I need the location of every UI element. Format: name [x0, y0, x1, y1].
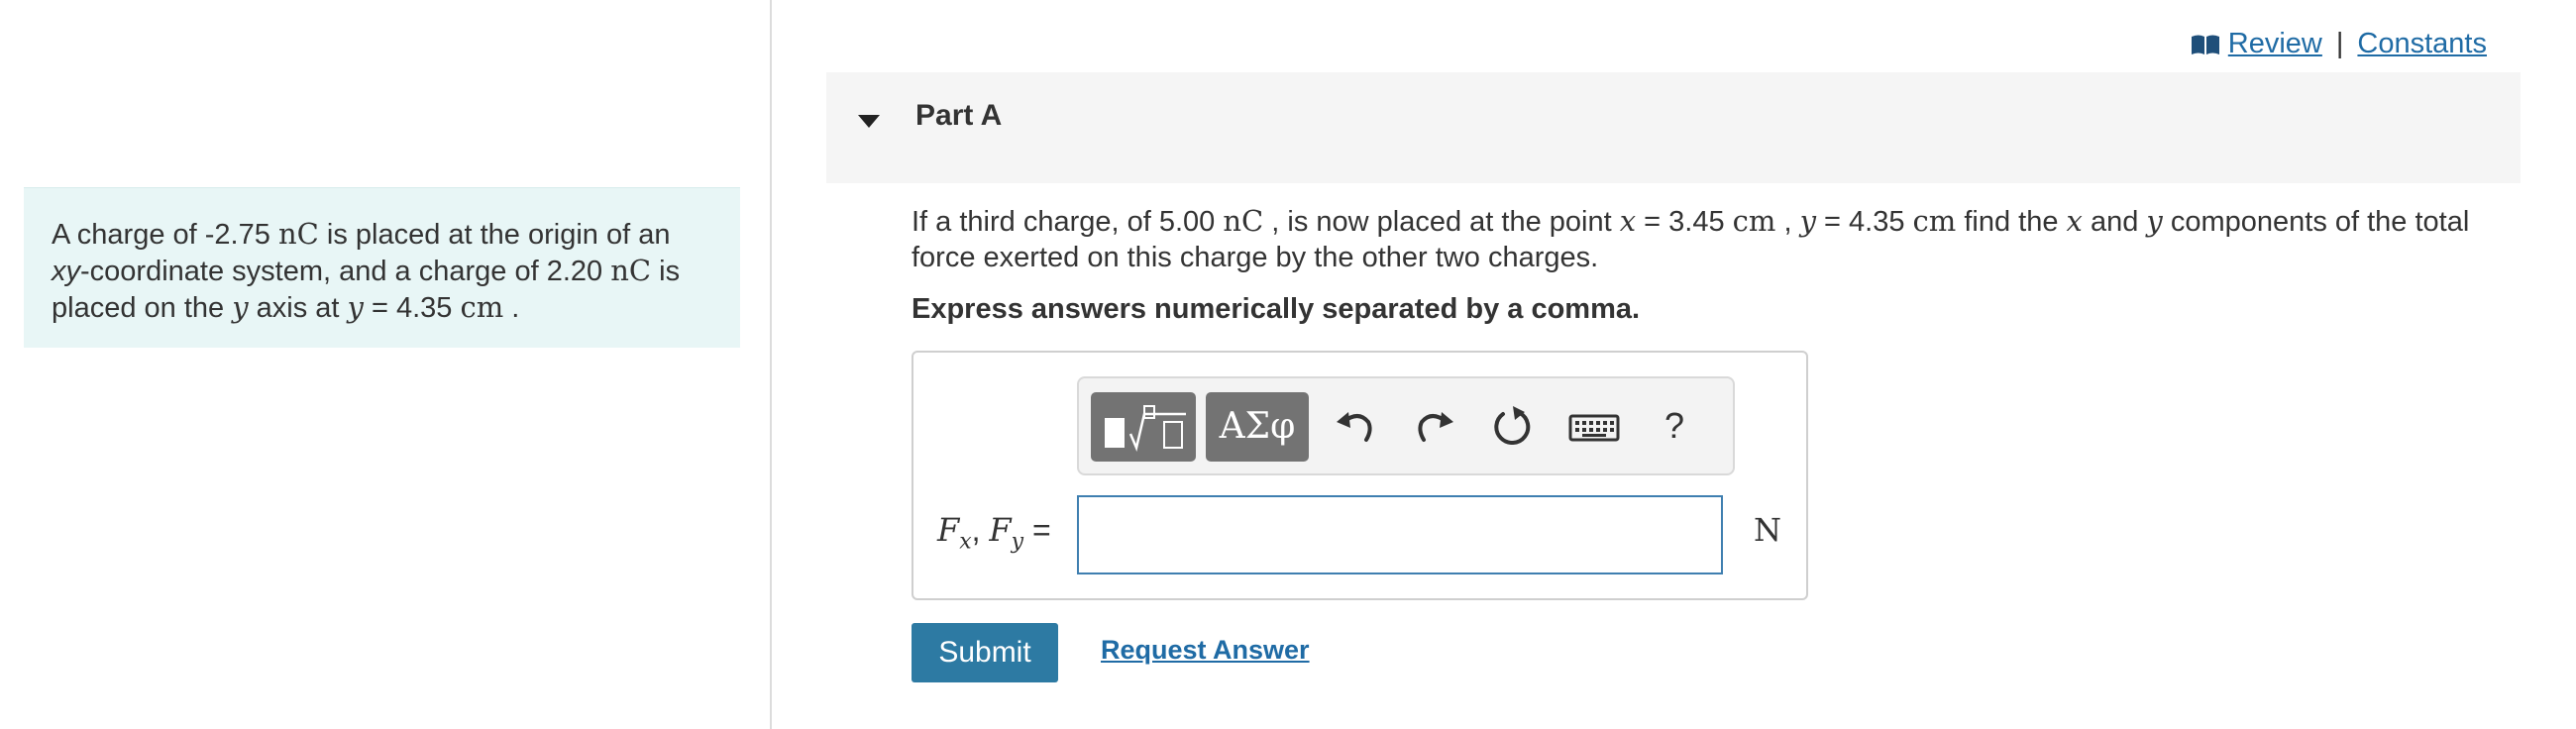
question-fragment: If a third charge, of 5.00	[912, 206, 1224, 238]
undo-icon[interactable]	[1329, 400, 1382, 454]
request-answer-link[interactable]: Request Answer	[1101, 635, 1310, 666]
left-panel: A charge of -2.75 nC is placed at the or…	[0, 0, 770, 729]
keyboard-icon[interactable]	[1564, 400, 1624, 454]
question-unit: cm	[1912, 204, 1957, 238]
label-comma: ,	[971, 512, 990, 548]
link-separator: |	[2335, 28, 2344, 59]
question-variable: x	[2066, 204, 2083, 238]
intro-unit: nC	[610, 254, 652, 287]
question-text: If a third charge, of 5.00 nC , is now p…	[912, 203, 2517, 275]
help-button[interactable]: ?	[1648, 396, 1701, 456]
label-equals: =	[1023, 512, 1051, 548]
question-fragment: = 3.45	[1636, 206, 1733, 238]
caret-down-icon[interactable]	[854, 106, 884, 136]
intro-text: -coordinate system, and a charge of 2.20	[80, 256, 611, 287]
question-fragment: ,	[1775, 206, 1800, 238]
intro-variable: y	[347, 290, 364, 324]
review-link[interactable]: Review	[2228, 28, 2322, 60]
subscript-x: x	[959, 529, 972, 555]
math-toolbar: ΑΣφ ?	[1077, 376, 1735, 475]
intro-text: axis at	[248, 292, 348, 324]
intro-text: is placed at the origin of an	[318, 219, 671, 251]
question-unit: nC	[1223, 204, 1264, 238]
intro-text: .	[503, 292, 520, 324]
intro-text: A charge of -2.75	[52, 219, 278, 251]
problem-intro: A charge of -2.75 nC is placed at the or…	[24, 187, 740, 348]
answer-input[interactable]	[1077, 495, 1723, 574]
intro-variable: y	[232, 290, 249, 324]
answer-label: Fx, Fy =	[937, 511, 1051, 554]
question-fragment: and	[2082, 206, 2147, 238]
force-symbol: F	[989, 511, 1012, 549]
intro-text: = 4.35	[363, 292, 461, 324]
submit-button[interactable]: Submit	[912, 623, 1058, 682]
question-unit: cm	[1732, 204, 1776, 238]
question-fragment: = 4.35	[1815, 206, 1913, 238]
top-links: Review | Constants	[2191, 28, 2487, 60]
constants-link[interactable]: Constants	[2357, 28, 2487, 60]
part-header: Part A	[826, 72, 2521, 183]
question-fragment: find the	[1956, 206, 2067, 238]
templates-button[interactable]	[1091, 392, 1196, 462]
part-title: Part A	[915, 99, 1003, 132]
templates-icon	[1105, 405, 1186, 452]
intro-unit: nC	[277, 217, 319, 251]
question-variable: y	[1799, 204, 1816, 238]
force-symbol: F	[937, 511, 960, 549]
reset-icon[interactable]	[1485, 400, 1539, 454]
answer-instruction: Express answers numerically separated by…	[912, 293, 1641, 325]
question-fragment: , is now placed at the point	[1263, 206, 1620, 238]
greek-symbols-button[interactable]: ΑΣφ	[1206, 392, 1309, 462]
question-variable: y	[2146, 204, 2163, 238]
book-icon	[2191, 35, 2219, 54]
intro-unit: cm	[460, 290, 504, 324]
column-divider	[770, 0, 772, 729]
redo-icon[interactable]	[1408, 400, 1461, 454]
subscript-y: y	[1011, 529, 1024, 555]
answer-box: ΑΣφ ? Fx, Fy = N	[912, 351, 1808, 600]
question-variable: x	[1619, 204, 1637, 238]
intro-text: xy	[52, 256, 80, 287]
unit-label: N	[1754, 511, 1781, 549]
